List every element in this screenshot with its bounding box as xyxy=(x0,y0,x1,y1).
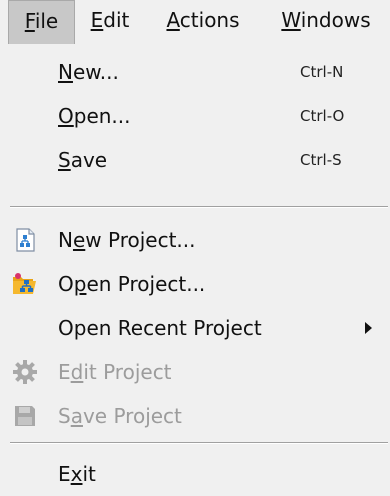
file-menu-dropdown: New... Ctrl-N Open... Ctrl-O Save Ctrl-S… xyxy=(0,44,390,495)
menu-separator xyxy=(10,442,388,444)
menu-item-new[interactable]: New... Ctrl-N xyxy=(0,50,390,94)
menu-separator xyxy=(10,206,388,208)
menu-item-exit[interactable]: Exit xyxy=(0,452,390,496)
submenu-arrow-icon xyxy=(365,322,372,334)
menu-item-exit-label: Exit xyxy=(58,462,96,486)
menu-item-edit-project-label: Edit Project xyxy=(58,360,172,384)
open-project-icon xyxy=(13,273,36,294)
menu-item-save-label: Save xyxy=(58,148,108,172)
menu-actions[interactable]: Actions xyxy=(148,0,258,40)
menu-item-open-project[interactable]: Open Project... xyxy=(0,262,390,306)
menu-item-open-recent-project[interactable]: Open Recent Project xyxy=(0,306,390,350)
menu-item-save[interactable]: Save Ctrl-S xyxy=(0,138,390,182)
menu-bar: File Edit Actions Windows xyxy=(0,0,390,44)
menu-item-open-label: Open... xyxy=(58,104,131,128)
menu-windows[interactable]: Windows xyxy=(265,0,387,40)
menu-item-new-shortcut: Ctrl-N xyxy=(300,63,344,81)
menu-item-new-project-label: New Project... xyxy=(58,228,196,252)
menu-item-open-recent-label: Open Recent Project xyxy=(58,316,262,340)
menu-item-open-shortcut: Ctrl-O xyxy=(300,107,345,125)
menu-item-new-project[interactable]: New Project... xyxy=(0,218,390,262)
menu-item-open[interactable]: Open... Ctrl-O xyxy=(0,94,390,138)
menu-item-save-project-label: Save Project xyxy=(58,404,182,428)
menu-item-save-project: Save Project xyxy=(0,394,390,438)
menu-file[interactable]: File xyxy=(8,0,75,44)
menu-item-open-project-label: Open Project... xyxy=(58,272,206,296)
menu-item-edit-project: Edit Project xyxy=(0,350,390,394)
menu-item-save-shortcut: Ctrl-S xyxy=(300,151,342,169)
new-project-icon xyxy=(16,228,35,252)
menu-edit[interactable]: Edit xyxy=(80,0,140,40)
menu-item-new-label: New... xyxy=(58,60,119,84)
floppy-disk-icon xyxy=(15,406,35,426)
gear-icon xyxy=(13,360,37,384)
